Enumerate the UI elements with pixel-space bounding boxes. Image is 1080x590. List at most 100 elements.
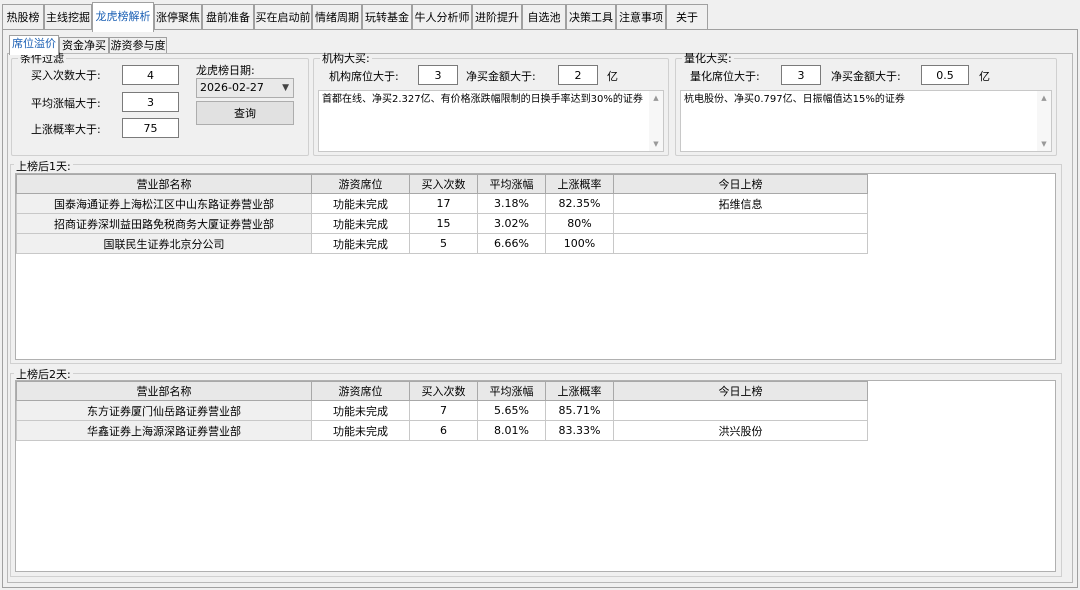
quant-amount-label: 净买金额大于: [831, 70, 901, 83]
day1-table: 营业部名称 游资席位 买入次数 平均涨幅 上涨概率 今日上榜 国泰海通证券上海松… [16, 174, 868, 254]
institution-amount-label: 净买金额大于: [466, 70, 536, 83]
scroll-up-icon[interactable]: ▲ [1037, 91, 1051, 105]
day2-table: 营业部名称 游资席位 买入次数 平均涨幅 上涨概率 今日上榜 东方证券厦门仙岳路… [16, 381, 868, 441]
avg-gain-cell: 3.02% [477, 213, 546, 234]
tab-main-line[interactable]: 主线挖掘 [44, 4, 92, 30]
col-header-branch[interactable]: 营业部名称 [16, 381, 312, 401]
col-header-today[interactable]: 今日上榜 [613, 381, 868, 401]
seat-cell: 功能未完成 [311, 193, 410, 214]
tab-analysts[interactable]: 牛人分析师 [412, 4, 472, 30]
institution-seats-label: 机构席位大于: [329, 70, 399, 83]
table-row[interactable]: 东方证券厦门仙岳路证券营业部 功能未完成 7 5.65% 85.71% [16, 400, 868, 421]
chevron-down-icon: ▼ [282, 83, 289, 93]
tab-decision-tools[interactable]: 决策工具 [566, 4, 616, 30]
buy-count-cell: 5 [409, 233, 478, 254]
institution-memo-text: 首都在线、净买2.327亿、有价格涨跌幅限制的日换手率达到30%的证券 [322, 94, 643, 105]
today-cell: 洪兴股份 [613, 420, 868, 441]
quant-memo-scrollbar[interactable]: ▲ ▼ [1037, 91, 1051, 151]
main-tab-bar: 热股榜 主线挖掘 龙虎榜解析 涨停聚焦 盘前准备 买在启动前 情绪周期 玩转基金… [0, 2, 1080, 32]
up-prob-cell: 83.33% [545, 420, 614, 441]
col-header-buy-count[interactable]: 买入次数 [409, 174, 478, 194]
quant-seats-label: 量化席位大于: [690, 70, 760, 83]
up-prob-label: 上涨概率大于: [31, 123, 101, 136]
day1-grid[interactable]: 营业部名称 游资席位 买入次数 平均涨幅 上涨概率 今日上榜 国泰海通证券上海松… [15, 173, 1056, 360]
quant-amount-input[interactable] [921, 65, 969, 85]
scroll-down-icon[interactable]: ▼ [1037, 137, 1051, 151]
avg-gain-cell: 8.01% [477, 420, 546, 441]
buy-count-cell: 6 [409, 420, 478, 441]
up-prob-input[interactable] [122, 118, 179, 138]
tab-hot-stocks[interactable]: 热股榜 [2, 4, 44, 30]
avg-gain-cell: 5.65% [477, 400, 546, 421]
institution-group-title: 机构大买: [322, 52, 370, 65]
up-prob-cell: 82.35% [545, 193, 614, 214]
table-row[interactable]: 国联民生证券北京分公司 功能未完成 5 6.66% 100% [16, 233, 868, 254]
branch-name: 东方证券厦门仙岳路证券营业部 [16, 400, 312, 421]
institution-memo-scrollbar[interactable]: ▲ ▼ [649, 91, 663, 151]
table-row[interactable]: 华鑫证券上海源深路证券营业部 功能未完成 6 8.01% 83.33% 洪兴股份 [16, 420, 868, 441]
scroll-up-icon[interactable]: ▲ [649, 91, 663, 105]
col-header-branch[interactable]: 营业部名称 [16, 174, 312, 194]
table-row[interactable]: 招商证券深圳益田路免税商务大厦证券营业部 功能未完成 15 3.02% 80% [16, 213, 868, 234]
col-header-today[interactable]: 今日上榜 [613, 174, 868, 194]
buy-count-cell: 15 [409, 213, 478, 234]
subtab-seat-premium[interactable]: 席位溢价 [9, 35, 59, 55]
col-header-avg-gain[interactable]: 平均涨幅 [477, 174, 546, 194]
branch-name: 招商证券深圳益田路免税商务大厦证券营业部 [16, 213, 312, 234]
buy-count-cell: 17 [409, 193, 478, 214]
tab-pre-market[interactable]: 盘前准备 [202, 4, 254, 30]
up-prob-cell: 100% [545, 233, 614, 254]
avg-gain-cell: 3.18% [477, 193, 546, 214]
tab-sentiment-cycle[interactable]: 情绪周期 [312, 4, 362, 30]
buy-count-input[interactable] [122, 65, 179, 85]
col-header-up-prob[interactable]: 上涨概率 [545, 174, 614, 194]
up-prob-cell: 80% [545, 213, 614, 234]
seat-cell: 功能未完成 [311, 400, 410, 421]
day1-title: 上榜后1天: [14, 158, 73, 174]
institution-memo[interactable]: 首都在线、净买2.327亿、有价格涨跌幅限制的日换手率达到30%的证券 ▲ ▼ [318, 90, 664, 152]
up-prob-cell: 85.71% [545, 400, 614, 421]
col-header-avg-gain[interactable]: 平均涨幅 [477, 381, 546, 401]
institution-seats-input[interactable] [418, 65, 458, 85]
quant-memo[interactable]: 杭电股份、净买0.797亿、日振幅值达15%的证券 ▲ ▼ [680, 90, 1052, 152]
buy-count-label: 买入次数大于: [31, 69, 101, 82]
tab-limit-up[interactable]: 涨停聚焦 [154, 4, 202, 30]
seat-cell: 功能未完成 [311, 420, 410, 441]
col-header-buy-count[interactable]: 买入次数 [409, 381, 478, 401]
avg-gain-cell: 6.66% [477, 233, 546, 254]
date-select[interactable]: 2026-02-27 ▼ [196, 78, 294, 98]
buy-count-cell: 7 [409, 400, 478, 421]
tab-about[interactable]: 关于 [666, 4, 708, 30]
tab-buy-before-launch[interactable]: 买在启动前 [254, 4, 312, 30]
branch-name: 国泰海通证券上海松江区中山东路证券营业部 [16, 193, 312, 214]
avg-gain-input[interactable] [122, 92, 179, 112]
branch-name: 国联民生证券北京分公司 [16, 233, 312, 254]
today-cell [613, 213, 868, 234]
institution-amount-input[interactable] [558, 65, 598, 85]
seat-cell: 功能未完成 [311, 233, 410, 254]
col-header-seat[interactable]: 游资席位 [311, 174, 410, 194]
today-cell: 拓维信息 [613, 193, 868, 214]
col-header-up-prob[interactable]: 上涨概率 [545, 381, 614, 401]
quant-unit: 亿 [979, 70, 990, 83]
tab-dragon-tiger[interactable]: 龙虎榜解析 [92, 2, 154, 32]
query-button[interactable]: 查询 [196, 101, 294, 125]
col-header-seat[interactable]: 游资席位 [311, 381, 410, 401]
tab-watchlist[interactable]: 自选池 [522, 4, 566, 30]
table-row[interactable]: 国泰海通证券上海松江区中山东路证券营业部 功能未完成 17 3.18% 82.3… [16, 193, 868, 214]
scroll-down-icon[interactable]: ▼ [649, 137, 663, 151]
quant-seats-input[interactable] [781, 65, 821, 85]
branch-name: 华鑫证券上海源深路证券营业部 [16, 420, 312, 441]
avg-gain-label: 平均涨幅大于: [31, 97, 101, 110]
quant-memo-text: 杭电股份、净买0.797亿、日振幅值达15%的证券 [684, 94, 905, 105]
seat-cell: 功能未完成 [311, 213, 410, 234]
tab-advanced[interactable]: 进阶提升 [472, 4, 522, 30]
quant-group-title: 量化大买: [684, 52, 732, 65]
date-value: 2026-02-27 [200, 81, 264, 94]
day2-grid[interactable]: 营业部名称 游资席位 买入次数 平均涨幅 上涨概率 今日上榜 东方证券厦门仙岳路… [15, 380, 1056, 572]
tab-notes[interactable]: 注意事项 [616, 4, 666, 30]
today-cell [613, 400, 868, 421]
tab-funds[interactable]: 玩转基金 [362, 4, 412, 30]
today-cell [613, 233, 868, 254]
institution-unit: 亿 [607, 70, 618, 83]
